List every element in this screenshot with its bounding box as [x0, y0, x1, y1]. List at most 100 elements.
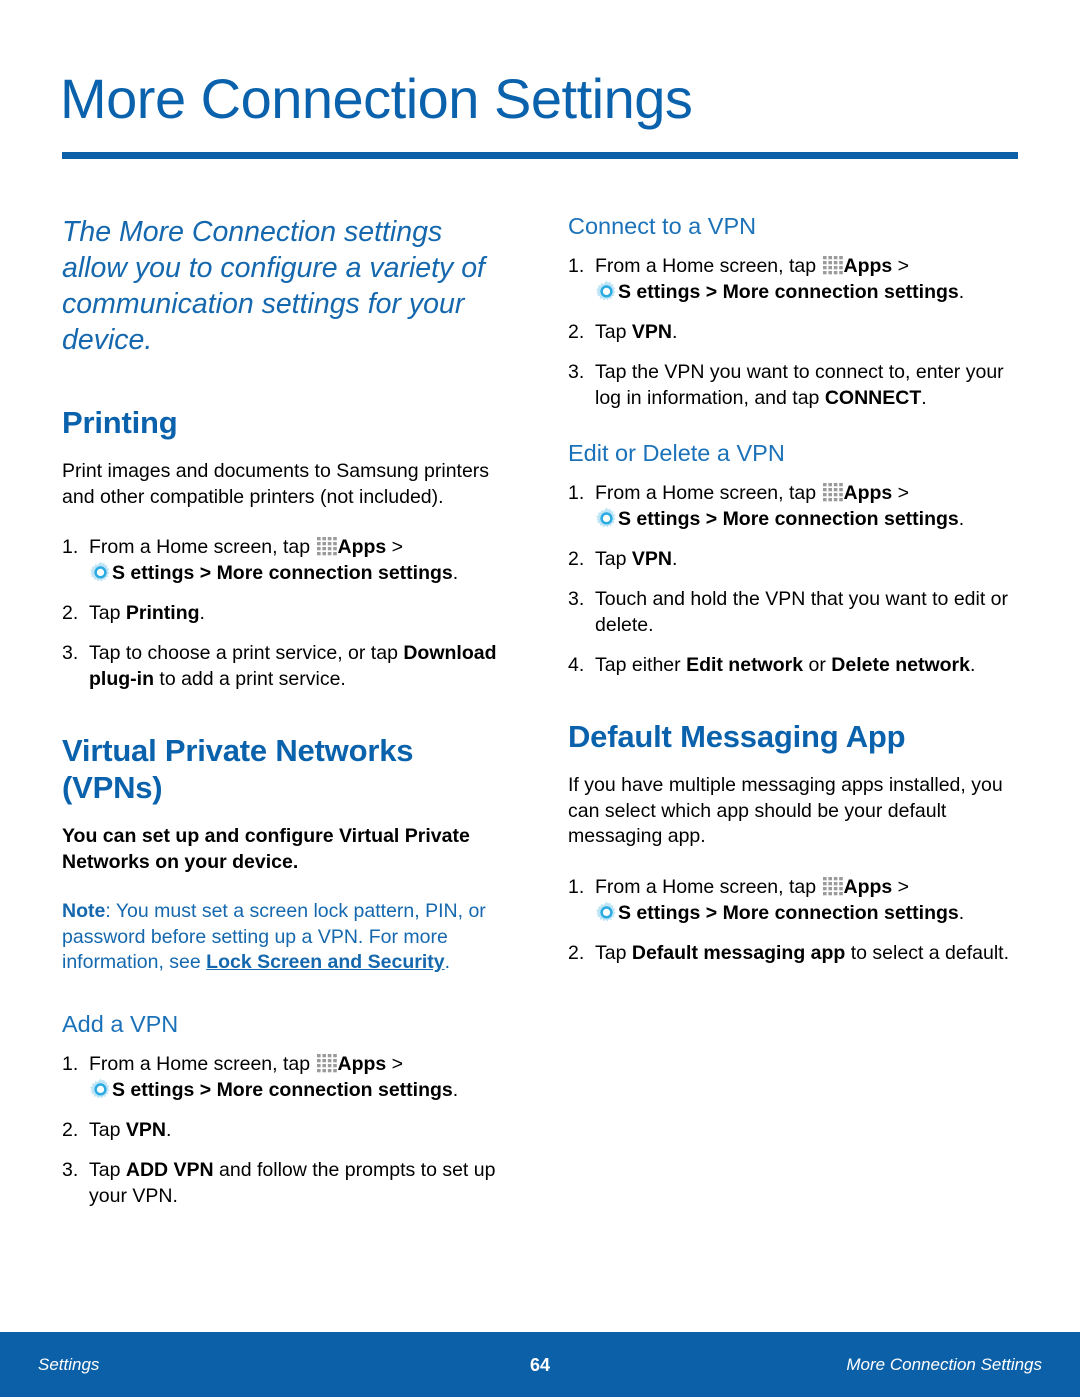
step-text-pre: Tap to choose a print service, or tap: [89, 642, 404, 664]
list-item: 3. Tap the VPN you want to connect to, en…: [568, 359, 1023, 411]
step-text-post: .: [958, 281, 965, 303]
list-item: 2. Tap Printing.: [62, 600, 517, 626]
settings-path-label: S ettings > More connection settings: [618, 281, 959, 303]
printing-steps: 1. From a Home screen, tap Apps > S ettin…: [62, 534, 517, 692]
step-text-mid: >: [892, 255, 910, 277]
step-text-post: to select a default.: [845, 941, 1010, 964]
vpns-note: Note: You must set a screen lock pattern…: [62, 899, 517, 976]
settings-gear-icon: [595, 507, 618, 530]
list-item: 1. From a Home screen, tap Apps > S ettin…: [568, 874, 1023, 926]
step-number: 1.: [568, 255, 585, 277]
heading-connect-to-a-vpn: Connect to a VPN: [568, 213, 757, 239]
step-text-post: .: [165, 1118, 172, 1141]
step-number: 1.: [62, 536, 79, 558]
heading-printing: Printing: [62, 405, 178, 440]
step-number: 3.: [568, 361, 585, 383]
add-vpn-steps: 1. From a Home screen, tap Apps > S ettin…: [62, 1051, 517, 1209]
footer-topic-label: More Connection Settings: [846, 1355, 1042, 1374]
list-item: 3. Tap ADD VPN and follow the prompts to …: [62, 1157, 517, 1209]
step-bold-term: ADD VPN: [125, 1158, 214, 1181]
lock-screen-security-link[interactable]: Lock Screen and Security: [206, 951, 444, 973]
edit-delete-vpn-steps: 1. From a Home screen, tap Apps > S ettin…: [568, 480, 1023, 678]
step-text-pre: Tap: [89, 1158, 126, 1181]
step-number: 3.: [568, 588, 585, 610]
step-number: 2.: [568, 321, 585, 343]
step-text-pre: From a Home screen, tap: [595, 875, 822, 898]
step-number: 1.: [62, 1052, 79, 1075]
step-text-post: .: [958, 901, 965, 924]
settings-path-label: S ettings > More connection settings: [618, 508, 959, 530]
list-item: 3. Touch and hold the VPN that you want t…: [568, 586, 1023, 638]
settings-gear-icon: [89, 1078, 112, 1101]
step-text-pre: Tap: [595, 548, 632, 570]
step-bold-term: Default messaging app: [631, 941, 846, 964]
settings-path-label: S ettings > More connection settings: [112, 1078, 453, 1101]
settings-gear-icon: [89, 561, 112, 584]
step-text-post: .: [958, 508, 965, 530]
intro-paragraph: The More Connection settings allow you t…: [62, 216, 485, 356]
left-column: The More Connection settings allow you t…: [62, 212, 517, 1209]
list-item: 3. Tap to choose a print service, or tap …: [62, 640, 517, 692]
list-item: 2. Tap VPN.: [62, 1117, 517, 1143]
note-label: Note: [62, 900, 106, 922]
apps-label: Apps: [843, 875, 893, 898]
step-text-post: .: [199, 602, 205, 624]
step-text-post: .: [452, 1078, 459, 1101]
step-text-pre: Tap either: [595, 654, 687, 676]
apps-grid-icon: [822, 256, 844, 275]
printing-body: Print images and documents to Samsung pr…: [62, 460, 490, 508]
list-item: 2. Tap Default messaging app to select a …: [568, 940, 1023, 966]
step-number: 1.: [568, 482, 585, 504]
settings-gear-icon: [595, 901, 618, 924]
heading-default-messaging-app: Default Messaging App: [568, 719, 906, 754]
page-footer: Settings 64 More Connection Settings: [0, 1332, 1080, 1397]
step-text-pre: From a Home screen, tap: [595, 482, 822, 504]
step-text-post: .: [671, 321, 678, 343]
vpns-body: You can set up and configure Virtual Pri…: [62, 825, 470, 873]
step-text-mid: >: [892, 482, 910, 504]
list-item: 2. Tap VPN.: [568, 546, 1023, 572]
default-messaging-steps: 1. From a Home screen, tap Apps > S ettin…: [568, 874, 1023, 966]
step-bold-term-2: Delete network: [831, 654, 970, 676]
list-item: 2. Tap VPN.: [568, 319, 1023, 345]
step-bold-term: CONNECT: [824, 387, 922, 409]
step-text-pre: From a Home screen, tap: [89, 1052, 316, 1075]
step-text-pre: Tap: [595, 321, 632, 343]
list-item: 1. From a Home screen, tap Apps > S ettin…: [568, 253, 1023, 305]
step-text-mid: >: [892, 875, 910, 898]
apps-label: Apps: [843, 255, 893, 277]
apps-label: Apps: [337, 1052, 387, 1075]
step-number: 2.: [568, 548, 585, 570]
settings-path-label: S ettings > More connection settings: [112, 562, 453, 584]
connect-vpn-steps: 1. From a Home screen, tap Apps > S ettin…: [568, 253, 1023, 411]
step-text-post: .: [921, 387, 927, 409]
note-tail: .: [444, 951, 451, 973]
list-item: 1. From a Home screen, tap Apps > S ettin…: [568, 480, 1023, 532]
step-text-mid: or: [803, 654, 832, 676]
settings-gear-icon: [595, 280, 618, 303]
right-column: Connect to a VPN 1. From a Home screen, t…: [568, 212, 1023, 966]
step-text-post: .: [671, 548, 678, 570]
page-title: More Connection Settings: [60, 67, 693, 130]
step-number: 2.: [568, 941, 585, 964]
step-text-pre: Touch and hold the VPN that you want to …: [595, 588, 1009, 636]
apps-grid-icon: [316, 537, 338, 556]
step-bold-term: VPN: [631, 321, 672, 343]
step-text-pre: From a Home screen, tap: [595, 255, 822, 277]
step-bold-term: Edit network: [686, 654, 804, 676]
step-text-pre: Tap: [89, 1118, 126, 1141]
title-rule-divider: [62, 152, 1018, 159]
step-number: 2.: [62, 1118, 79, 1141]
apps-grid-icon: [822, 876, 844, 896]
apps-label: Apps: [843, 482, 893, 504]
step-bold-term: Printing: [125, 602, 200, 624]
list-item: 1. From a Home screen, tap Apps > S ettin…: [62, 1051, 517, 1103]
apps-grid-icon: [822, 483, 844, 502]
heading-edit-or-delete-a-vpn: Edit or Delete a VPN: [568, 440, 785, 466]
step-number: 1.: [568, 875, 585, 898]
heading-add-a-vpn: Add a VPN: [62, 1010, 179, 1037]
apps-label: Apps: [337, 536, 387, 558]
step-bold-term: VPN: [631, 548, 672, 570]
step-number: 4.: [568, 654, 585, 676]
step-text-pre: Tap the VPN you want to connect to, ente…: [595, 361, 1004, 409]
